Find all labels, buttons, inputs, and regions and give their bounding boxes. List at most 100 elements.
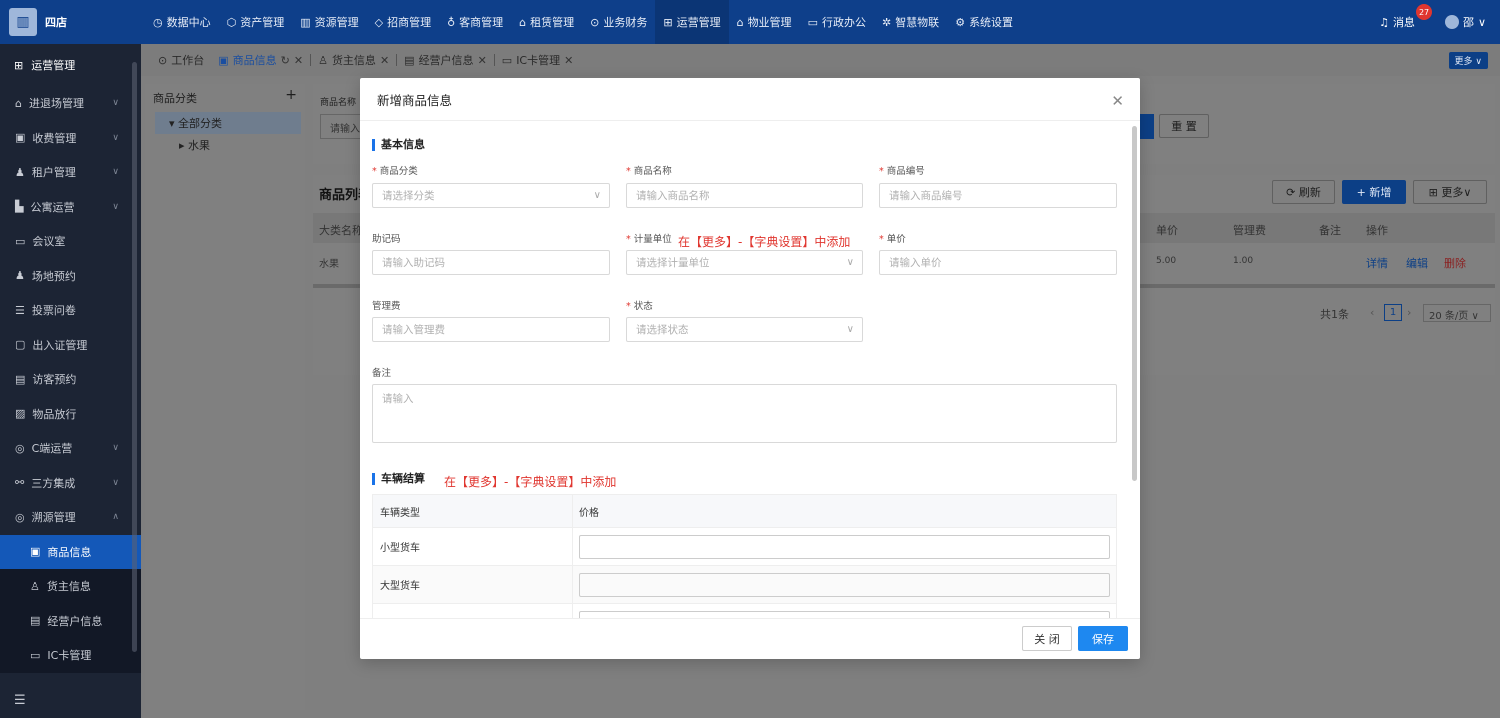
topnav-label: 系统设置 xyxy=(969,16,1014,29)
sidebar-item-12[interactable]: ⚯ 三方集成 ∨ xyxy=(0,466,141,501)
sidebar-item-label: 物品放行 xyxy=(32,407,77,421)
collapse-menu-icon[interactable]: ☰ xyxy=(14,693,26,708)
sidebar-item-label: 三方集成 xyxy=(31,476,76,490)
close-icon[interactable]: ✕ xyxy=(564,54,573,67)
sidebar-subitem-3[interactable]: ▤ 经营户信息 xyxy=(0,603,141,638)
name-input[interactable]: 请输入商品名称 xyxy=(626,183,863,208)
refresh-icon: ⟳ xyxy=(1286,185,1299,199)
user-menu[interactable]: 邵 ∨ xyxy=(1444,14,1486,30)
sidebar-scrollbar[interactable] xyxy=(132,62,137,652)
delete-link[interactable]: 删除 xyxy=(1444,255,1466,271)
topnav-item-5[interactable]: ♁ 客商管理 xyxy=(439,0,511,44)
remark-textarea[interactable]: 请输入 xyxy=(372,384,1117,443)
status-label: * 状态 xyxy=(626,301,653,312)
sidebar-item-8[interactable]: ▢ 出入证管理 xyxy=(0,328,141,363)
sidebar-item-10[interactable]: ▨ 物品放行 xyxy=(0,397,141,432)
save-button[interactable]: 保存 xyxy=(1078,626,1128,651)
sidebar-subitem-1[interactable]: ▣ 商品信息 xyxy=(0,534,141,569)
tab-2[interactable]: ▣ 商品信息 ↻ ✕ xyxy=(211,44,310,76)
vehicle-price-input[interactable] xyxy=(579,534,1110,559)
close-icon[interactable]: ✕ xyxy=(294,54,303,67)
refresh-icon[interactable]: ↻ xyxy=(281,54,290,67)
sidebar-item-2[interactable]: ▣ 收费管理 ∨ xyxy=(0,121,141,156)
ic-card-icon: ▭ xyxy=(30,648,41,662)
topnav-item-6[interactable]: ⌂ 租赁管理 xyxy=(511,0,582,44)
add-category-icon[interactable]: + xyxy=(285,88,297,106)
topnav-item-9[interactable]: ⌂ 物业管理 xyxy=(729,0,800,44)
topnav-item-2[interactable]: ⬡ 资产管理 xyxy=(219,0,293,44)
tree-node-root[interactable]: ▾ 全部分类 xyxy=(155,112,301,134)
sidebar-item-4[interactable]: ▙ 公寓运营 ∨ xyxy=(0,190,141,225)
sidebar-item-11[interactable]: ◎ C端运营 ∨ xyxy=(0,431,141,466)
sidebar-item-7[interactable]: ☰ 投票问卷 xyxy=(0,293,141,328)
price-input[interactable]: 请输入单价 xyxy=(879,250,1117,275)
search-button[interactable] xyxy=(1140,114,1154,139)
user-name: 邵 xyxy=(1462,16,1474,29)
top-right-area: ♫ 消息 27 邵 ∨ xyxy=(1379,0,1500,44)
sidebar-item-1[interactable]: ⌂ 进退场管理 ∨ xyxy=(0,86,141,121)
reset-button[interactable]: 重 置 xyxy=(1159,114,1209,138)
page-number[interactable]: 1 xyxy=(1384,304,1402,321)
close-icon[interactable]: ✕ xyxy=(1111,92,1124,110)
category-select[interactable]: 请选择分类 ∨ xyxy=(372,183,610,208)
tree-node-child-label: 水果 xyxy=(188,139,211,152)
house-icon: ⌂ xyxy=(519,15,527,29)
topnav-item-4[interactable]: ◇ 招商管理 xyxy=(367,0,439,44)
tab-label: IC卡管理 xyxy=(516,54,561,67)
topnav-item-7[interactable]: ⊙ 业务财务 xyxy=(582,0,655,44)
add-button[interactable]: + 新增 xyxy=(1342,180,1406,204)
vehicle-type-cell xyxy=(373,604,573,618)
sidebar-item-3[interactable]: ♟ 租户管理 ∨ xyxy=(0,155,141,190)
tab-4[interactable]: ▤ 经营户信息 ✕ xyxy=(397,44,494,76)
code-input[interactable]: 请输入商品编号 xyxy=(879,183,1117,208)
tag-icon: ◇ xyxy=(374,15,384,29)
topnav-item-1[interactable]: ◷ 数据中心 xyxy=(145,0,219,44)
topnav-item-10[interactable]: ▭ 行政办公 xyxy=(800,0,874,44)
topnav-item-12[interactable]: ⚙ 系统设置 xyxy=(947,0,1021,44)
sidebar-item-label: 投票问卷 xyxy=(31,304,76,318)
mnemonic-label: 助记码 xyxy=(372,234,401,245)
vehicle-price-input[interactable] xyxy=(579,610,1110,618)
topnav-label: 资产管理 xyxy=(240,16,285,29)
next-page-icon[interactable]: › xyxy=(1407,306,1411,319)
prev-page-icon[interactable]: ‹ xyxy=(1370,306,1374,319)
name-label: * 商品名称 xyxy=(626,166,672,177)
sidebar-subitem-2[interactable]: ♙ 货主信息 xyxy=(0,569,141,604)
topnav-item-8[interactable]: ⊞ 运营管理 xyxy=(655,0,729,44)
status-select[interactable]: 请选择状态 ∨ xyxy=(626,317,863,342)
vehicle-price-input[interactable] xyxy=(579,572,1110,597)
sidebar-header: ⊞ 运营管理 xyxy=(0,44,141,86)
topnav-item-3[interactable]: ▥ 资源管理 xyxy=(292,0,366,44)
tab-1[interactable]: ⊙ 工作台 xyxy=(151,44,211,76)
sidebar-item-13[interactable]: ◎ 溯源管理 ∧ xyxy=(0,500,141,535)
close-icon[interactable]: ✕ xyxy=(478,54,487,67)
sidebar-item-6[interactable]: ♟ 场地预约 xyxy=(0,259,141,294)
topnav-item-11[interactable]: ✲ 智慧物联 xyxy=(874,0,947,44)
fee-input[interactable]: 请输入管理费 xyxy=(372,317,610,342)
tab-3[interactable]: ♙ 货主信息 ✕ xyxy=(311,44,396,76)
tab-more-button[interactable]: 更多 ∨ xyxy=(1448,52,1488,69)
chevron-icon: ∨ xyxy=(112,132,119,143)
edit-link[interactable]: 编辑 xyxy=(1406,255,1428,271)
tab-5[interactable]: ▭ IC卡管理 ✕ xyxy=(495,44,581,76)
group-icon: ♁ xyxy=(447,15,456,29)
unit-select[interactable]: 请选择计量单位 ∨ xyxy=(626,250,863,275)
page-size-select[interactable]: 20 条/页 ∨ xyxy=(1423,304,1491,322)
refresh-button[interactable]: ⟳ 刷新 xyxy=(1272,180,1335,204)
office-icon: ▭ xyxy=(807,15,818,29)
merchant-icon: ▤ xyxy=(404,53,415,67)
detail-link[interactable]: 详情 xyxy=(1366,255,1388,271)
more-button[interactable]: ⊞ 更多∨ xyxy=(1413,180,1487,204)
sidebar-subitem-4[interactable]: ▭ IC卡管理 xyxy=(0,638,141,673)
sidebar-item-9[interactable]: ▤ 访客预约 xyxy=(0,362,141,397)
chevron-icon: ∨ xyxy=(112,477,119,488)
tree-node-child[interactable]: ▸ 水果 xyxy=(145,134,305,156)
sidebar-item-5[interactable]: ▭ 会议室 xyxy=(0,224,141,259)
mnemonic-input[interactable]: 请输入助记码 xyxy=(372,250,610,275)
dialog-scrollbar[interactable] xyxy=(1132,126,1137,481)
close-icon[interactable]: ✕ xyxy=(380,54,389,67)
close-button[interactable]: 关 闭 xyxy=(1022,626,1072,651)
messages-button[interactable]: ♫ 消息 27 xyxy=(1379,4,1433,30)
iot-icon: ✲ xyxy=(881,15,892,29)
unit-hint: 在【更多】-【字典设置】中添加 xyxy=(678,235,851,249)
